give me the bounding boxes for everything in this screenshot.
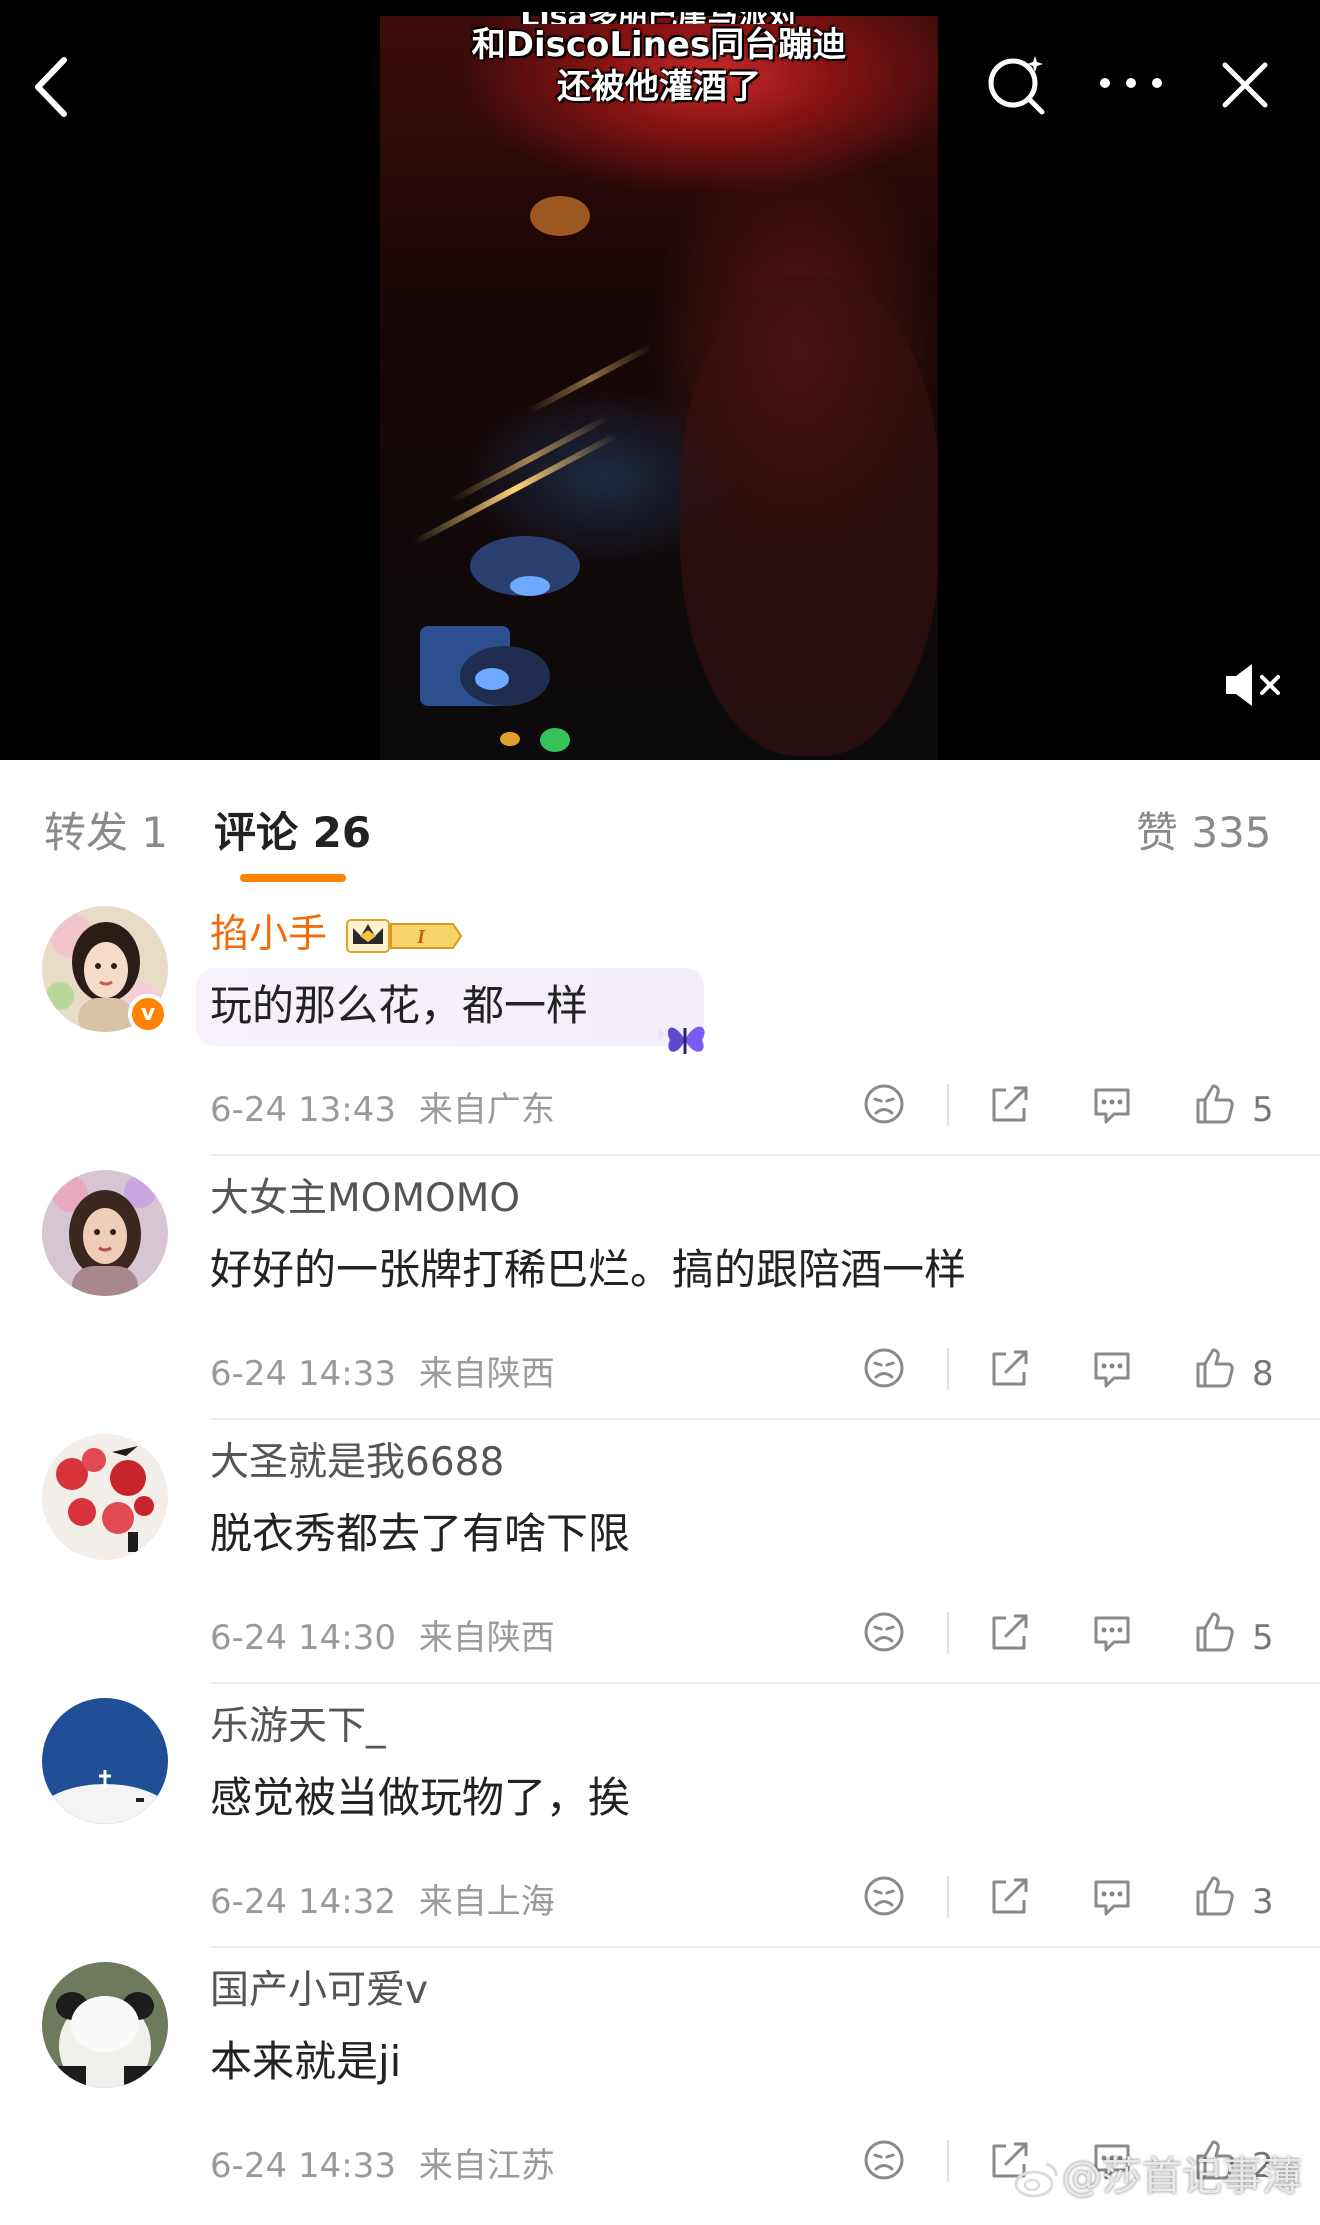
comment-time: 6-24 14:33: [210, 2146, 396, 2186]
dislike-face-icon[interactable]: [862, 2138, 906, 2182]
dislike-face-icon[interactable]: [862, 1346, 906, 1390]
watermark: @莎首记事薄: [1062, 2154, 1302, 2200]
comment-username[interactable]: 掐小手: [210, 910, 327, 960]
comment-text: 玩的那么花，都一样: [210, 981, 589, 1030]
reply-comment-icon[interactable]: [1090, 1874, 1134, 1918]
butterfly-icon: [658, 1026, 705, 1054]
comment-location: 来自上海: [418, 1882, 555, 1922]
comment-location: 来自江苏: [418, 2146, 555, 2186]
more-dots-icon[interactable]: [1096, 74, 1166, 92]
like-count: 5: [1252, 1090, 1274, 1130]
action-separator: [947, 1348, 949, 1390]
comment-item: 大女主MOMOMO 好好的一张牌打稀巴烂。搞的跟陪酒一样 6-24 14:33 …: [0, 1156, 1320, 1420]
comment-location: 来自广东: [418, 1090, 555, 1130]
avatar[interactable]: [42, 1962, 168, 2088]
share-icon[interactable]: [988, 1610, 1032, 1654]
comment-location: 来自陕西: [418, 1618, 555, 1658]
dislike-face-icon[interactable]: [862, 1610, 906, 1654]
dislike-face-icon[interactable]: [862, 1082, 906, 1126]
comment-username[interactable]: 国产小可爱v: [210, 1966, 428, 2016]
comment-username[interactable]: 大圣就是我6688: [210, 1438, 504, 1488]
video-caption-line1: 和DiscoLines同台蹦迪: [471, 25, 847, 65]
close-icon[interactable]: [1220, 60, 1270, 110]
verified-badge-icon: v: [128, 994, 168, 1034]
chevron-left-icon[interactable]: [30, 54, 74, 120]
comment-time: 6-24 14:32: [210, 1882, 396, 1922]
comment-time: 6-24 14:33: [210, 1354, 396, 1394]
vip-level-label: I: [416, 926, 426, 948]
comment-meta: 6-24 14:33 来自江苏: [210, 2144, 555, 2188]
avatar[interactable]: [42, 1434, 168, 1560]
tab-repost[interactable]: 转发 1: [44, 806, 168, 860]
reply-comment-icon[interactable]: [1090, 1082, 1134, 1126]
comment-time: 6-24 13:43: [210, 1090, 396, 1130]
comment-meta: 6-24 14:30 来自陕西: [210, 1616, 555, 1660]
video-caption-partial: Lisa多朋巴崖马派对: [380, 12, 938, 24]
action-separator: [947, 1084, 949, 1126]
video-caption-line2: 还被他灌酒了: [557, 67, 761, 107]
search-sparkle-icon[interactable]: [984, 52, 1050, 118]
comment-username[interactable]: 大女主MOMOMO: [210, 1174, 520, 1224]
like-count: 5: [1252, 1618, 1274, 1658]
avatar[interactable]: [42, 1698, 168, 1824]
mute-speaker-icon[interactable]: [1222, 660, 1286, 710]
vip-crown-badge-icon: I: [346, 919, 463, 953]
tab-likes[interactable]: 赞 335: [1136, 806, 1272, 860]
avatar[interactable]: [42, 1170, 168, 1296]
dislike-face-icon[interactable]: [862, 1874, 906, 1918]
comment-location: 来自陕西: [418, 1354, 555, 1394]
comment-meta: 6-24 14:33 来自陕西: [210, 1352, 555, 1396]
tab-comments[interactable]: 评论 26: [214, 806, 371, 860]
thumbs-up-icon[interactable]: [1192, 1874, 1236, 1918]
comment-username[interactable]: 乐游天下_: [210, 1702, 386, 1752]
comment-item: 乐游天下_ 感觉被当做玩物了，挨 6-24 14:32 来自上海 3: [0, 1684, 1320, 1948]
action-separator: [947, 2140, 949, 2182]
video-frame[interactable]: [380, 16, 938, 760]
thumbs-up-icon[interactable]: [1192, 1346, 1236, 1390]
tab-active-indicator: [240, 874, 346, 882]
like-count: 8: [1252, 1354, 1274, 1394]
comment-meta: 6-24 13:43 来自广东: [210, 1088, 555, 1132]
thumbs-up-icon[interactable]: [1192, 1082, 1236, 1126]
video-caption: Lisa多朋巴崖马派对 和DiscoLines同台蹦迪 还被他灌酒了: [380, 12, 938, 108]
comment-item: v 掐小手 I 玩的那么花，都一样 6-24 13:43 来自广东 5: [0, 892, 1320, 1156]
share-icon[interactable]: [988, 1346, 1032, 1390]
comment-text: 本来就是ji: [210, 2037, 402, 2086]
comment-text: 好好的一张牌打稀巴烂。搞的跟陪酒一样: [210, 1245, 967, 1294]
comment-meta: 6-24 14:32 来自上海: [210, 1880, 555, 1924]
like-count: 3: [1252, 1882, 1274, 1922]
share-icon[interactable]: [988, 1874, 1032, 1918]
video-player[interactable]: Lisa多朋巴崖马派对 和DiscoLines同台蹦迪 还被他灌酒了: [0, 0, 1320, 760]
comment-text: 脱衣秀都去了有啥下限: [210, 1509, 631, 1558]
comment-time: 6-24 14:30: [210, 1618, 396, 1658]
action-separator: [947, 1612, 949, 1654]
tab-bar: 转发 1 评论 26 赞 335: [0, 760, 1320, 894]
thumbs-up-icon[interactable]: [1192, 1610, 1236, 1654]
action-separator: [947, 1876, 949, 1918]
comment-item: 大圣就是我6688 脱衣秀都去了有啥下限 6-24 14:30 来自陕西 5: [0, 1420, 1320, 1684]
reply-comment-icon[interactable]: [1090, 1610, 1134, 1654]
share-icon[interactable]: [988, 1082, 1032, 1126]
reply-comment-icon[interactable]: [1090, 1346, 1134, 1390]
weibo-logo-icon: [1014, 2162, 1058, 2198]
comment-text: 感觉被当做玩物了，挨: [210, 1773, 631, 1822]
